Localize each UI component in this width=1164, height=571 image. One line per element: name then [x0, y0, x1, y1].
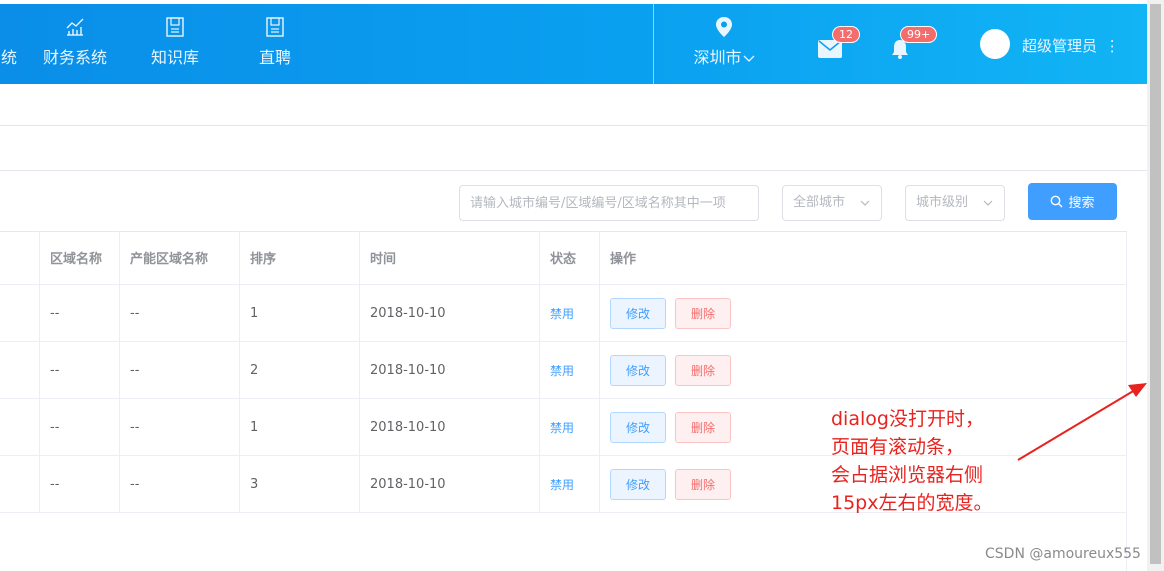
search-icon	[1051, 195, 1063, 208]
vertical-scrollbar[interactable]	[1147, 0, 1164, 571]
cell-order: 1	[250, 305, 259, 321]
user-name: 超级管理员	[1022, 37, 1098, 55]
document-icon	[266, 17, 284, 37]
nav-item-label: 直聘	[258, 48, 291, 67]
annotation-line: dialog没打开时，	[831, 408, 984, 430]
cell-area-name: --	[50, 362, 60, 378]
cell-actions: 修改 删除	[599, 399, 731, 455]
cell-actions: 修改 删除	[599, 342, 731, 398]
status-toggle-link[interactable]: 禁用	[550, 476, 574, 493]
table-row: -- -- 1 2018-10-10 禁用 修改 删除	[0, 285, 1127, 342]
location-pin-icon	[716, 17, 732, 37]
nav-item-recruit[interactable]: 直聘	[256, 16, 294, 76]
nav-item-finance[interactable]: 财务系统	[42, 16, 108, 76]
search-button-label: 搜索	[1068, 195, 1095, 210]
watermark: CSDN @amoureux555	[985, 546, 1141, 562]
scrollbar-thumb[interactable]	[1150, 4, 1161, 564]
cell-order: 1	[250, 419, 259, 435]
edit-button[interactable]: 修改	[610, 354, 666, 386]
cell-area-name: --	[50, 476, 60, 492]
chevron-down-icon	[743, 55, 754, 62]
chevron-down-icon	[983, 200, 993, 206]
mail-button[interactable]: 12	[818, 26, 860, 66]
cell-capacity-area: --	[130, 305, 140, 321]
document-icon	[166, 17, 184, 37]
search-input[interactable]	[459, 185, 759, 221]
breadcrumb-divider	[0, 125, 1147, 126]
delete-button[interactable]: 删除	[675, 354, 731, 386]
annotation-arrow-icon	[1017, 383, 1147, 461]
city-level-select[interactable]: 城市级别	[905, 185, 1005, 221]
more-vertical-icon: ⋮	[1104, 37, 1120, 55]
delete-button[interactable]: 删除	[675, 297, 731, 329]
mail-badge: 12	[832, 26, 860, 43]
cell-order: 3	[250, 476, 259, 492]
status-toggle-link[interactable]: 禁用	[550, 305, 574, 322]
annotation-text: dialog没打开时， 页面有滚动条， 会占据浏览器右侧 15px左右的宽度。	[831, 405, 992, 517]
tabs-divider	[0, 170, 1147, 171]
chevron-down-icon	[860, 200, 870, 206]
status-toggle-link[interactable]: 禁用	[550, 419, 574, 436]
nav-item-label: 财务系统	[42, 48, 107, 67]
edit-button[interactable]: 修改	[610, 411, 666, 443]
city-level-value: 城市级别	[916, 195, 969, 210]
city-label: 深圳市	[693, 48, 742, 67]
cell-capacity-area: --	[130, 476, 140, 492]
column-header-actions: 操作	[610, 252, 637, 267]
avatar[interactable]	[980, 29, 1010, 59]
top-navigation-bar: 统 财务系统 知识库 直聘 深圳市 12 99+ 超级管理员 ⋮	[0, 0, 1147, 84]
column-header-area-name: 区域名称	[50, 252, 103, 267]
column-header-capacity-area: 产能区域名称	[130, 252, 209, 267]
status-toggle-link[interactable]: 禁用	[550, 362, 574, 379]
cell-area-name: --	[50, 419, 60, 435]
nav-divider	[653, 4, 654, 84]
annotation-line: 15px左右的宽度。	[831, 492, 993, 514]
notification-button[interactable]: 99+	[890, 26, 938, 66]
cell-capacity-area: --	[130, 362, 140, 378]
cell-actions: 修改 删除	[599, 285, 731, 341]
delete-button[interactable]: 删除	[675, 468, 731, 500]
cell-order: 2	[250, 362, 259, 378]
user-menu[interactable]: 超级管理员 ⋮	[1022, 35, 1120, 56]
column-header-order: 排序	[250, 252, 277, 267]
annotation-line: 页面有滚动条，	[831, 436, 965, 458]
city-filter-select[interactable]: 全部城市	[782, 185, 882, 221]
nav-item-knowledge-base[interactable]: 知识库	[148, 16, 202, 76]
table-header-row: 区域名称 产能区域名称 排序 时间 状态 操作	[0, 231, 1127, 285]
cell-capacity-area: --	[130, 419, 140, 435]
delete-button[interactable]: 删除	[675, 411, 731, 443]
city-filter-value: 全部城市	[793, 195, 846, 210]
column-header-status: 状态	[550, 252, 577, 267]
cell-actions: 修改 删除	[599, 456, 731, 512]
cell-time: 2018-10-10	[370, 305, 446, 321]
cell-time: 2018-10-10	[370, 476, 446, 492]
finance-chart-icon	[66, 18, 84, 36]
annotation-line: 会占据浏览器右侧	[831, 464, 984, 486]
header-top-strip	[0, 0, 1147, 4]
cell-time: 2018-10-10	[370, 362, 446, 378]
cell-time: 2018-10-10	[370, 419, 446, 435]
cell-area-name: --	[50, 305, 60, 321]
nav-item-system[interactable]: 统	[0, 16, 18, 76]
column-header-time: 时间	[370, 252, 397, 267]
edit-button[interactable]: 修改	[610, 468, 666, 500]
city-selector[interactable]: 深圳市	[688, 16, 760, 68]
search-button[interactable]: 搜索	[1028, 183, 1117, 220]
nav-item-label: 知识库	[150, 48, 199, 67]
edit-button[interactable]: 修改	[610, 297, 666, 329]
table-row: -- -- 2 2018-10-10 禁用 修改 删除	[0, 342, 1127, 399]
notification-badge: 99+	[900, 26, 938, 43]
nav-item-label: 统	[0, 48, 17, 67]
